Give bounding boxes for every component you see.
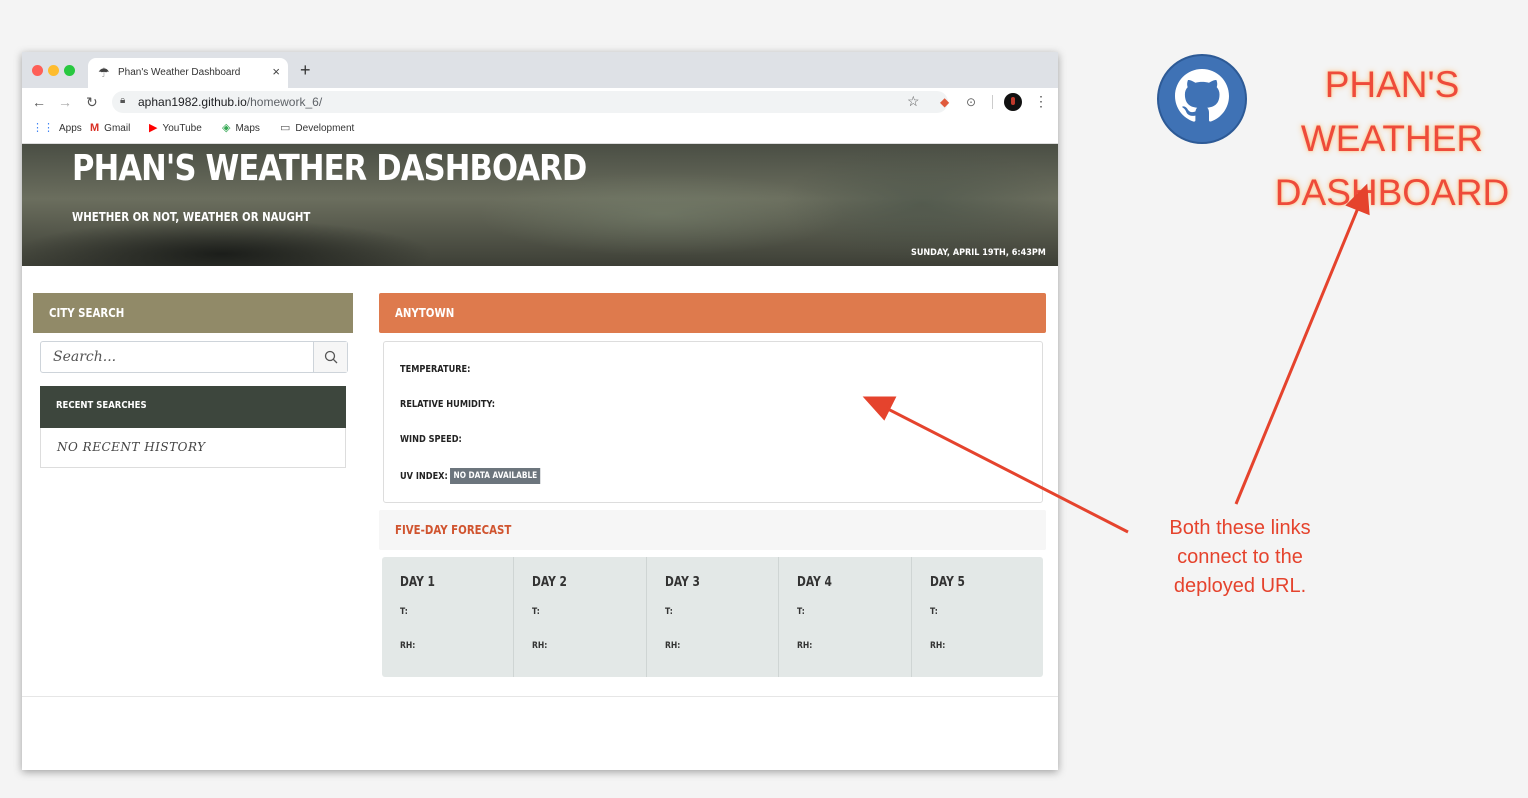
forward-arrow-icon[interactable]: → bbox=[58, 93, 72, 111]
uv-index-label: UV INDEX: bbox=[400, 470, 448, 482]
humidity-label: RELATIVE HUMIDITY: bbox=[400, 399, 495, 410]
gmail-icon: M bbox=[90, 122, 100, 134]
search-input[interactable] bbox=[41, 342, 311, 372]
footer-divider bbox=[22, 696, 1058, 697]
weather-favicon-icon: ☂ bbox=[98, 65, 110, 80]
day-name: DAY 3 bbox=[664, 575, 700, 590]
profile-avatar[interactable] bbox=[1004, 93, 1022, 111]
recent-searches-title: RECENT SEARCHES bbox=[56, 400, 147, 411]
search-icon bbox=[324, 350, 338, 364]
day-name: DAY 4 bbox=[797, 575, 833, 590]
url-host: aphan1982.github.io bbox=[138, 95, 247, 109]
forecast-day-card: DAY 1 T: RH: bbox=[382, 557, 515, 677]
day-humidity: RH: bbox=[400, 641, 416, 651]
recent-empty-message: NO RECENT HISTORY bbox=[57, 440, 206, 454]
day-name: DAY 5 bbox=[929, 575, 965, 590]
back-arrow-icon[interactable]: ← bbox=[32, 93, 46, 111]
forecast-header: FIVE-DAY FORECAST bbox=[379, 510, 1046, 550]
extension-circle-icon[interactable]: ⊙ bbox=[966, 94, 976, 110]
tab-strip: ☂ Phan's Weather Dashboard × + bbox=[22, 52, 1058, 88]
tab-close-icon[interactable]: × bbox=[272, 64, 280, 80]
close-window-button[interactable] bbox=[32, 65, 43, 76]
temperature-label: TEMPERATURE: bbox=[400, 364, 471, 375]
day-temperature: T: bbox=[532, 607, 541, 617]
browser-toolbar: ← → ↻ 🔒︎ aphan1982.github.io/homework_6/… bbox=[22, 88, 1058, 116]
wind-speed-label: WIND SPEED: bbox=[400, 434, 462, 445]
uv-status-badge: NO DATA AVAILABLE bbox=[450, 468, 541, 484]
bookmark-label: YouTube bbox=[162, 122, 202, 134]
day-humidity: RH: bbox=[532, 641, 548, 651]
annotation-title-line: DASHBOARD bbox=[1274, 172, 1510, 213]
bookmark-label: Gmail bbox=[104, 122, 131, 134]
hero-banner: PHAN'S WEATHER DASHBOARD WHETHER OR NOT,… bbox=[22, 144, 1058, 266]
address-bar[interactable]: 🔒︎ aphan1982.github.io/homework_6/ bbox=[112, 91, 948, 113]
search-button[interactable] bbox=[313, 342, 347, 372]
forecast-grid: DAY 1 T: RH: DAY 2 T: RH: DAY 3 T: RH: D… bbox=[382, 557, 1043, 677]
forecast-title: FIVE-DAY FORECAST bbox=[395, 523, 512, 537]
more-menu-icon[interactable]: ⋮ bbox=[1034, 93, 1048, 109]
url-text[interactable]: aphan1982.github.io/homework_6/ bbox=[138, 95, 322, 109]
toolbar-divider bbox=[992, 95, 993, 109]
arrow-to-title bbox=[1234, 207, 1360, 505]
bookmarks-bar: ⋮⋮ Apps M Gmail ▶ YouTube ◈ Maps ▭ Developmen… bbox=[22, 116, 1058, 144]
youtube-icon: ▶ bbox=[149, 122, 158, 134]
lock-icon: 🔒︎ bbox=[120, 95, 126, 106]
day-temperature: T: bbox=[664, 607, 673, 617]
day-name: DAY 1 bbox=[400, 575, 435, 590]
bookmark-maps[interactable]: ◈ Maps bbox=[222, 122, 260, 134]
current-weather-card: TEMPERATURE: RELATIVE HUMIDITY: WIND SPE… bbox=[383, 341, 1043, 503]
bookmark-gmail[interactable]: M Gmail bbox=[90, 122, 130, 134]
bookmark-label: Development bbox=[295, 122, 355, 134]
day-temperature: T: bbox=[929, 607, 938, 617]
city-header: ANYTOWN bbox=[379, 293, 1046, 333]
city-search-header: CITY SEARCH bbox=[33, 293, 353, 333]
forecast-day-card: DAY 5 T: RH: bbox=[912, 557, 1043, 677]
forecast-day-card: DAY 3 T: RH: bbox=[647, 557, 780, 677]
browser-tab[interactable]: ☂ Phan's Weather Dashboard × bbox=[88, 58, 288, 88]
tab-title: Phan's Weather Dashboard bbox=[118, 67, 241, 78]
day-humidity: RH: bbox=[664, 641, 681, 651]
bookmark-star-icon[interactable]: ☆ bbox=[907, 93, 920, 109]
bookmark-label: Maps bbox=[235, 122, 260, 134]
page-title: PHAN'S WEATHER DASHBOARD bbox=[72, 148, 587, 189]
browser-window: ☂ Phan's Weather Dashboard × + ← → ↻ 🔒︎ … bbox=[22, 52, 1058, 770]
day-temperature: T: bbox=[400, 607, 408, 617]
recent-searches-list: NO RECENT HISTORY bbox=[40, 428, 346, 468]
extension-icon[interactable]: ◆ bbox=[940, 94, 949, 110]
new-tab-button[interactable]: + bbox=[300, 60, 311, 80]
day-humidity: RH: bbox=[929, 641, 945, 651]
dashboard-page: PHAN'S WEATHER DASHBOARD WHETHER OR NOT,… bbox=[22, 144, 1058, 770]
page-subtitle: WHETHER OR NOT, WEATHER OR NAUGHT bbox=[72, 210, 311, 224]
bookmark-youtube[interactable]: ▶ YouTube bbox=[149, 122, 202, 134]
reload-icon[interactable]: ↻ bbox=[86, 93, 98, 111]
minimize-window-button[interactable] bbox=[48, 65, 59, 76]
city-name: ANYTOWN bbox=[395, 306, 455, 320]
search-group bbox=[40, 341, 348, 373]
apps-grid-icon: ⋮⋮ bbox=[32, 122, 54, 134]
url-path: /homework_6/ bbox=[246, 95, 323, 109]
forecast-day-card: DAY 4 T: RH: bbox=[779, 557, 912, 677]
uv-index-row: UV INDEX: NO DATA AVAILABLE bbox=[400, 466, 571, 486]
folder-icon: ▭ bbox=[280, 122, 291, 134]
bookmark-apps[interactable]: ⋮⋮ Apps bbox=[32, 122, 82, 134]
annotation-title-link[interactable]: PHAN'S WEATHER DASHBOARD bbox=[1270, 58, 1514, 220]
maps-icon: ◈ bbox=[222, 122, 231, 134]
github-logo-icon[interactable] bbox=[1156, 53, 1248, 145]
day-name: DAY 2 bbox=[532, 575, 568, 590]
bookmark-label: Apps bbox=[59, 122, 82, 134]
current-datetime: SUNDAY, APRIL 19TH, 6:43PM bbox=[911, 248, 1046, 258]
annotation-note: Both these links connect to the deployed… bbox=[1169, 517, 1311, 597]
annotation-title-line: PHAN'S bbox=[1324, 64, 1460, 105]
day-temperature: T: bbox=[797, 607, 806, 617]
forecast-day-card: DAY 2 T: RH: bbox=[514, 557, 647, 677]
city-search-title: CITY SEARCH bbox=[49, 306, 125, 320]
annotation-title-line: WEATHER bbox=[1300, 118, 1484, 159]
day-humidity: RH: bbox=[797, 641, 813, 651]
bookmark-development[interactable]: ▭ Development bbox=[280, 122, 354, 134]
recent-searches-header: RECENT SEARCHES bbox=[40, 386, 346, 428]
maximize-window-button[interactable] bbox=[64, 65, 75, 76]
